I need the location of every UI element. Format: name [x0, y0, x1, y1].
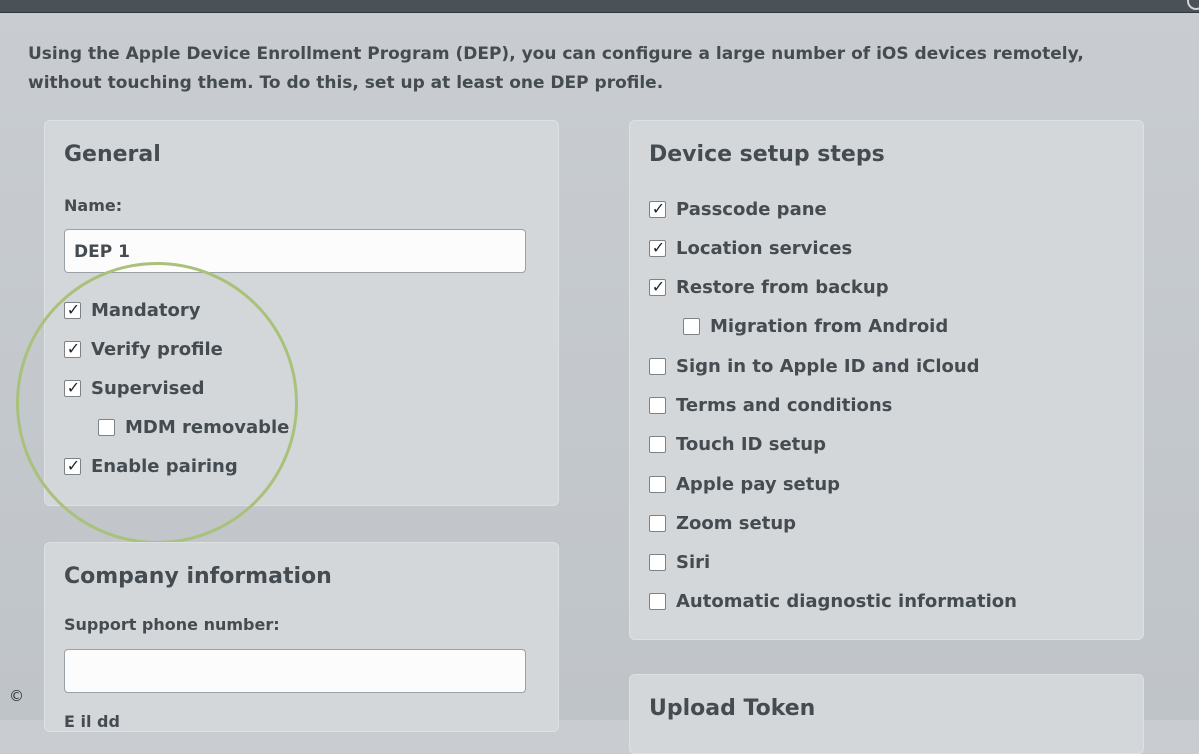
- general-panel: General Name: DEP 1 ✓ Mandatory ✓ Verify…: [44, 120, 559, 506]
- checkbox-label: Restore from backup: [676, 276, 889, 298]
- passcode-pane-checkbox[interactable]: ✓ Passcode pane: [649, 198, 827, 220]
- checkbox-box[interactable]: [649, 553, 666, 571]
- checkmark-icon: ✓: [66, 338, 81, 358]
- checkmark-icon: ✓: [651, 237, 666, 257]
- intro-text: Using the Apple Device Enrollment Progra…: [28, 44, 1084, 93]
- upload-token-title: Upload Token: [649, 696, 816, 721]
- checkbox-box[interactable]: [649, 514, 666, 532]
- checkmark-icon: ✓: [651, 198, 666, 218]
- checkbox-label: Verify profile: [91, 338, 223, 360]
- window-corner-icon: [1187, 0, 1199, 10]
- checkbox-label: Apple pay setup: [676, 473, 841, 495]
- apple-id-icloud-checkbox[interactable]: Sign in to Apple ID and iCloud: [649, 355, 980, 377]
- next-field-label: E il dd: [64, 712, 120, 731]
- checkbox-box[interactable]: [649, 475, 666, 493]
- checkmark-icon: ✓: [66, 455, 81, 475]
- checkbox-label: Location services: [676, 237, 853, 259]
- support-phone-input[interactable]: [64, 649, 526, 693]
- diagnostics-checkbox[interactable]: Automatic diagnostic information: [649, 590, 1017, 612]
- apple-pay-checkbox[interactable]: Apple pay setup: [649, 473, 840, 495]
- checkmark-icon: ✓: [651, 276, 666, 296]
- checkbox-box[interactable]: [649, 435, 666, 453]
- setup-panel: Device setup steps ✓ Passcode pane ✓ Loc…: [629, 120, 1144, 640]
- migration-android-checkbox[interactable]: Migration from Android: [683, 315, 948, 337]
- checkbox-label: Passcode pane: [676, 198, 827, 220]
- checkbox-box[interactable]: ✓: [649, 237, 666, 257]
- checkmark-icon: ✓: [66, 299, 81, 319]
- checkbox-label: Touch ID setup: [676, 433, 826, 455]
- verify-profile-checkbox[interactable]: ✓ Verify profile: [64, 338, 223, 360]
- supervised-checkbox[interactable]: ✓ Supervised: [64, 377, 204, 399]
- mdm-removable-checkbox[interactable]: MDM removable: [98, 416, 289, 438]
- setup-title: Device setup steps: [649, 142, 885, 167]
- checkmark-icon: ✓: [66, 377, 81, 397]
- checkbox-label: Supervised: [91, 377, 205, 399]
- checkbox-box[interactable]: [98, 418, 115, 436]
- checkbox-box[interactable]: ✓: [64, 377, 81, 397]
- checkbox-box[interactable]: ✓: [64, 299, 81, 319]
- checkbox-label: Enable pairing: [91, 455, 238, 477]
- checkbox-box[interactable]: [649, 592, 666, 610]
- terms-conditions-checkbox[interactable]: Terms and conditions: [649, 394, 892, 416]
- name-label: Name:: [64, 196, 123, 215]
- restore-backup-checkbox[interactable]: ✓ Restore from backup: [649, 276, 889, 298]
- location-services-checkbox[interactable]: ✓ Location services: [649, 237, 852, 259]
- touch-id-checkbox[interactable]: Touch ID setup: [649, 433, 826, 455]
- general-title: General: [64, 142, 161, 167]
- checkbox-label: Siri: [676, 551, 711, 573]
- checkbox-box[interactable]: [683, 317, 700, 335]
- window-title-bar: [0, 0, 1199, 13]
- support-phone-label: Support phone number:: [64, 615, 280, 634]
- upload-token-panel: Upload Token: [629, 674, 1144, 754]
- zoom-setup-checkbox[interactable]: Zoom setup: [649, 512, 796, 534]
- checkbox-label: Terms and conditions: [676, 394, 893, 416]
- siri-checkbox[interactable]: Siri: [649, 551, 710, 573]
- checkbox-label: Automatic diagnostic information: [676, 590, 1017, 612]
- enable-pairing-checkbox[interactable]: ✓ Enable pairing: [64, 455, 238, 477]
- checkbox-label: Zoom setup: [676, 512, 797, 534]
- checkbox-box[interactable]: [649, 357, 666, 375]
- checkbox-box[interactable]: ✓: [64, 455, 81, 475]
- checkbox-box[interactable]: ✓: [649, 198, 666, 218]
- company-title: Company information: [64, 564, 332, 589]
- checkbox-label: Migration from Android: [710, 315, 949, 337]
- mandatory-checkbox[interactable]: ✓ Mandatory: [64, 299, 201, 321]
- checkbox-box[interactable]: [649, 396, 666, 414]
- name-input[interactable]: DEP 1: [64, 229, 526, 273]
- checkbox-label: Sign in to Apple ID and iCloud: [676, 355, 980, 377]
- checkbox-box[interactable]: ✓: [649, 276, 666, 296]
- company-panel: Company information Support phone number…: [44, 542, 559, 732]
- checkbox-label: Mandatory: [91, 299, 201, 321]
- copyright-mark: ©: [9, 687, 24, 705]
- checkbox-box[interactable]: ✓: [64, 338, 81, 358]
- checkbox-label: MDM removable: [125, 416, 290, 438]
